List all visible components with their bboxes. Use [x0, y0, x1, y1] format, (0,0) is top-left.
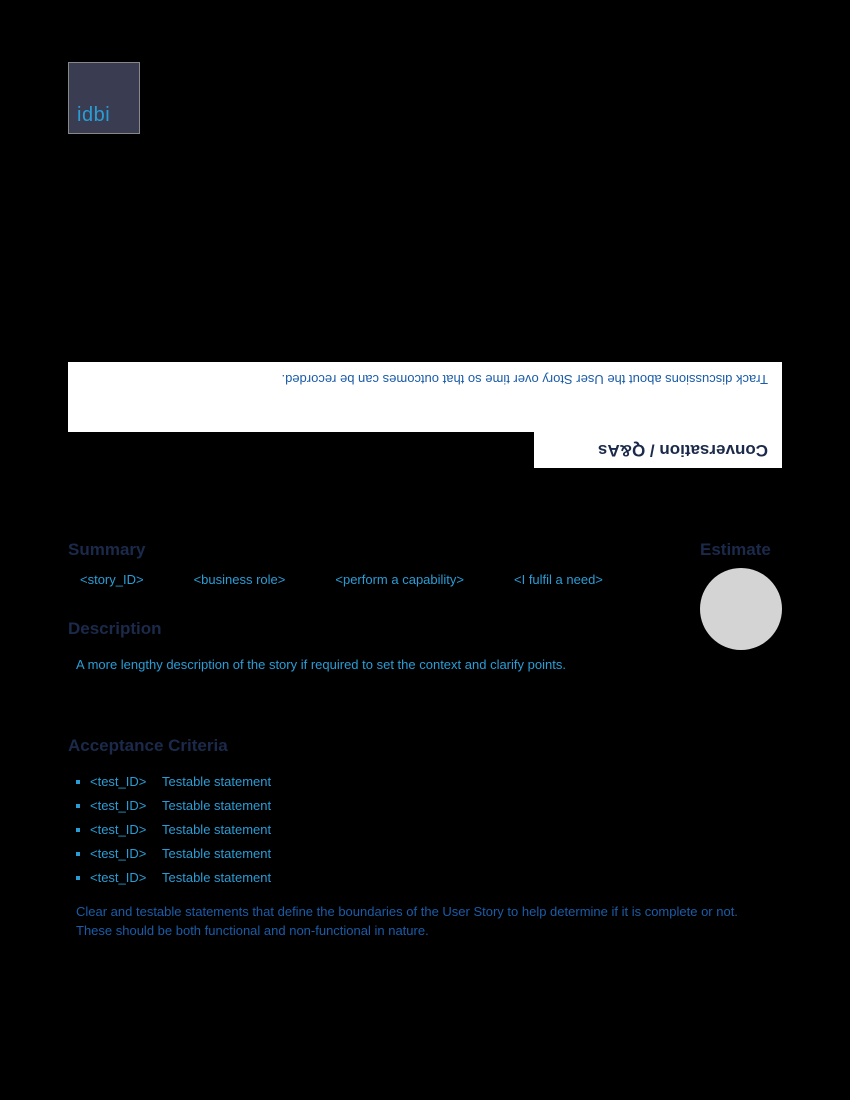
acceptance-item: <test_ID> Testable statement	[76, 774, 782, 789]
summary-heading: Summary	[68, 540, 700, 560]
test-statement: Testable statement	[162, 822, 271, 837]
test-statement: Testable statement	[162, 798, 271, 813]
test-id: <test_ID>	[90, 846, 162, 861]
bullet-icon	[76, 804, 80, 808]
acceptance-item: <test_ID> Testable statement	[76, 846, 782, 861]
acceptance-item: <test_ID> Testable statement	[76, 870, 782, 885]
acceptance-heading: Acceptance Criteria	[68, 736, 782, 756]
acceptance-item: <test_ID> Testable statement	[76, 822, 782, 837]
estimate-circle	[700, 568, 782, 650]
summary-need: <I fulfil a need>	[514, 572, 603, 587]
conversation-heading: Conversation / Q&As	[534, 432, 782, 468]
test-statement: Testable statement	[162, 846, 271, 861]
acceptance-item: <test_ID> Testable statement	[76, 798, 782, 813]
acceptance-help-text: Clear and testable statements that defin…	[68, 903, 768, 941]
description-heading: Description	[68, 619, 700, 639]
bullet-icon	[76, 828, 80, 832]
conversation-body: Track discussions about the User Story o…	[68, 362, 782, 432]
test-id: <test_ID>	[90, 822, 162, 837]
acceptance-list: <test_ID> Testable statement <test_ID> T…	[68, 774, 782, 885]
conversation-help-text: Track discussions about the User Story o…	[281, 372, 768, 387]
summary-fields: <story_ID> <business role> <perform a ca…	[68, 572, 700, 587]
bullet-icon	[76, 852, 80, 856]
summary-business-role: <business role>	[194, 572, 286, 587]
test-id: <test_ID>	[90, 774, 162, 789]
summary-capability: <perform a capability>	[335, 572, 464, 587]
conversation-block: Conversation / Q&As Track discussions ab…	[68, 362, 782, 468]
logo-text: idbi	[77, 104, 110, 127]
logo-box: idbi	[68, 62, 140, 134]
estimate-heading: Estimate	[700, 540, 782, 560]
test-statement: Testable statement	[162, 774, 271, 789]
test-id: <test_ID>	[90, 798, 162, 813]
test-statement: Testable statement	[162, 870, 271, 885]
bullet-icon	[76, 780, 80, 784]
estimate-column: Estimate	[700, 540, 782, 650]
description-text: A more lengthy description of the story …	[68, 657, 700, 672]
test-id: <test_ID>	[90, 870, 162, 885]
bullet-icon	[76, 876, 80, 880]
summary-story-id: <story_ID>	[80, 572, 144, 587]
main-content: Summary <story_ID> <business role> <perf…	[68, 540, 782, 941]
